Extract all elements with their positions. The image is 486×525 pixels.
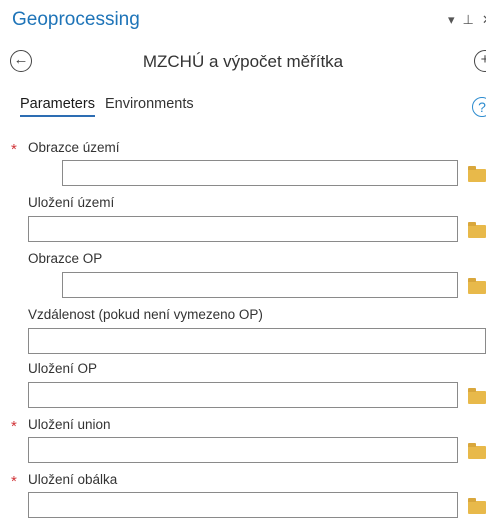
param-input-vzdalenost[interactable] [28,328,486,354]
folder-icon[interactable] [468,278,486,294]
param-input-ulozeni-obalka[interactable] [28,492,458,518]
param-label: Uložení území [28,195,115,210]
pin-icon[interactable]: ⊥ [463,12,474,27]
param-label: Obrazce OP [28,251,103,266]
param-input-obrazce-op[interactable] [62,272,458,298]
folder-icon[interactable] [468,222,486,238]
tab-bar: Parameters Environments [20,96,200,117]
param-input-ulozeni-op[interactable] [28,382,458,408]
param-label: Obrazce území [28,140,120,155]
required-marker: * [11,473,17,490]
param-input-ulozeni-union[interactable] [28,437,458,463]
param-input-ulozeni-uzemi[interactable] [28,216,458,242]
help-icon[interactable]: ? [472,97,486,117]
tool-header: ← MZCHÚ a výpočet měřítka + [0,44,486,84]
folder-icon[interactable] [468,498,486,514]
chevron-down-icon[interactable]: ▾ [448,12,455,27]
param-label: Uložení OP [28,361,98,376]
tab-environments[interactable]: Environments [105,96,194,115]
required-marker: * [11,418,17,435]
param-label: Uložení union [28,417,111,432]
required-marker: * [11,141,17,158]
pane-title: Geoprocessing [12,9,140,30]
tab-parameters[interactable]: Parameters [20,96,95,117]
param-label: Uložení obálka [28,472,118,487]
window-controls: ▾ ⊥ ✕ [448,12,486,28]
close-icon[interactable]: ✕ [482,12,486,27]
folder-icon[interactable] [468,166,486,182]
param-input-obrazce-uzemi[interactable] [62,160,458,186]
param-label: Vzdálenost (pokud není vymezeno OP) [28,307,263,322]
folder-icon[interactable] [468,443,486,459]
tool-title: MZCHÚ a výpočet měřítka [142,52,344,71]
folder-icon[interactable] [468,388,486,404]
pane-titlebar: Geoprocessing ▾ ⊥ ✕ [0,0,486,40]
